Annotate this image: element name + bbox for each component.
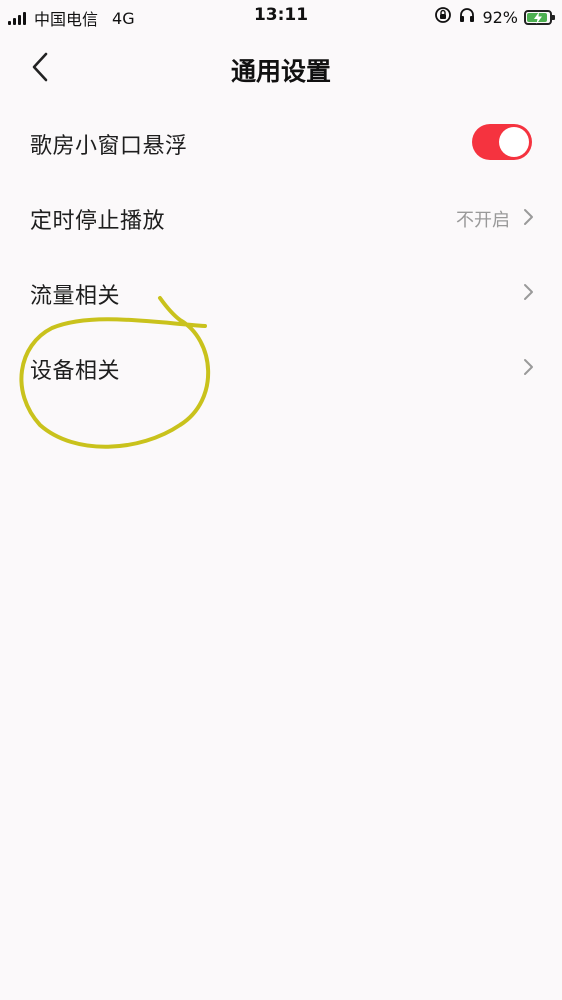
chevron-right-icon [524,284,533,300]
setting-label: 歌房小窗口悬浮 [30,134,188,159]
setting-label: 设备相关 [30,359,121,384]
toggle-knob [499,127,529,157]
rotation-lock-icon [434,6,452,28]
chevron-right-icon [524,359,533,375]
setting-row-floating-window: 歌房小窗口悬浮 [0,104,562,179]
chevron-right-icon [524,209,533,225]
floating-window-toggle[interactable] [472,124,532,160]
battery-percent: 92% [482,7,518,27]
status-bar: 中国电信 4G 13:11 92% [0,0,562,34]
setting-row-device[interactable]: 设备相关 [0,329,562,404]
page-title: 通用设置 [230,57,331,86]
status-right: 92% [434,6,555,28]
setting-row-data-usage[interactable]: 流量相关 [0,254,562,329]
settings-list: 歌房小窗口悬浮 定时停止播放 不开启 流量相关 设备相关 [0,104,562,404]
headphones-icon [458,6,476,28]
setting-label: 流量相关 [30,284,121,309]
setting-row-sleep-timer[interactable]: 定时停止播放 不开启 [0,179,562,254]
setting-label: 定时停止播放 [30,209,166,234]
charging-bolt-icon [534,11,542,24]
battery-charging-icon [524,9,555,25]
setting-value: 不开启 [456,210,510,231]
page-header: 通用设置 [0,38,562,100]
